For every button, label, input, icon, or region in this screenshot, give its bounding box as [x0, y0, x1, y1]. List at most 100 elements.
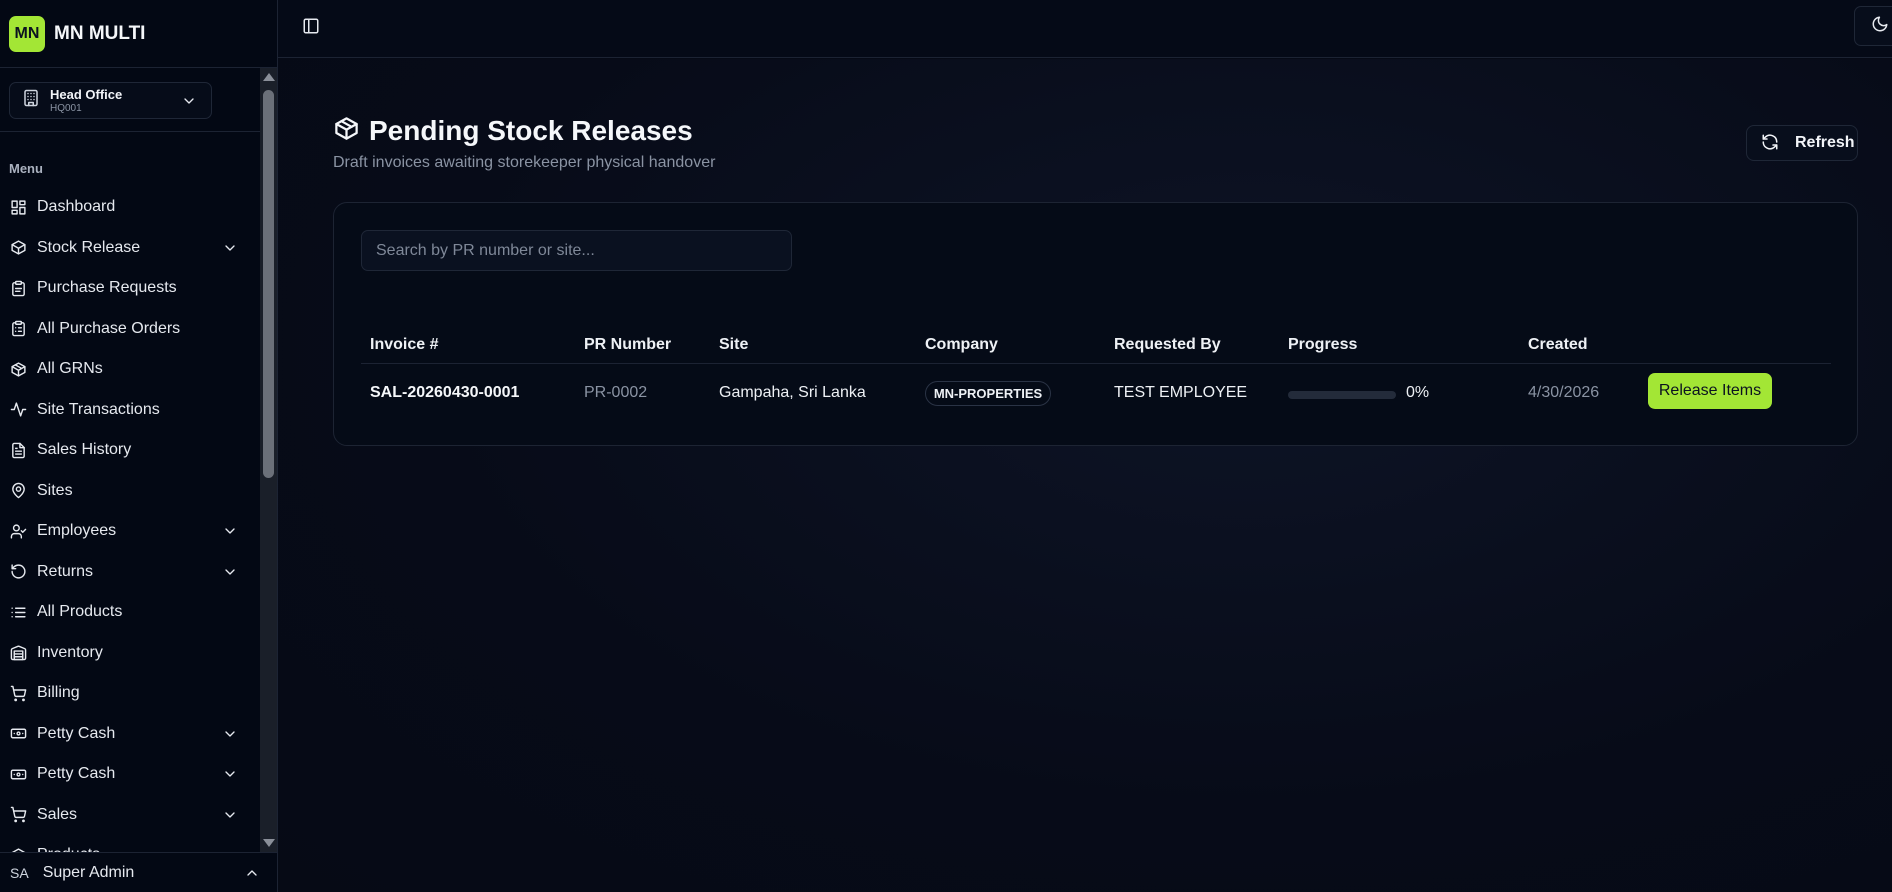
sidebar-item-label: All GRNs — [37, 360, 103, 378]
col-header-created: Created — [1528, 336, 1588, 353]
col-header-requested-by: Requested By — [1114, 336, 1221, 353]
sidebar-nav: Menu Dashboard Stock Release Purchase Requ… — [0, 132, 260, 852]
topbar — [278, 0, 1892, 58]
main-content: Pending Stock Releases Draft invoices aw… — [278, 59, 1892, 892]
map-pin-icon — [9, 482, 27, 500]
col-header-company: Company — [925, 336, 998, 353]
sidebar-item-label: Dashboard — [37, 198, 116, 216]
brand-logo: MN — [9, 15, 45, 52]
scroll-up-arrow-icon[interactable] — [263, 73, 275, 81]
sidebar-toggle-icon[interactable] — [302, 17, 322, 37]
package-icon — [333, 115, 360, 147]
col-header-progress: Progress — [1288, 336, 1358, 353]
sidebar-item-label: Returns — [37, 562, 94, 580]
sidebar-item-purchase-requests[interactable]: Purchase Requests — [0, 268, 260, 309]
progress-bar — [1288, 391, 1396, 399]
user-name: Super Admin — [42, 863, 135, 881]
sidebar-item-label: Sales — [37, 805, 78, 823]
chevron-down-icon — [222, 766, 238, 787]
chevron-down-icon — [222, 523, 238, 544]
sidebar-item-label: Billing — [37, 684, 80, 702]
progress-label: 0% — [1406, 384, 1430, 401]
sidebar-item-petty-cash[interactable]: Petty Cash — [0, 714, 260, 755]
cell-requested-by: TEST EMPLOYEE — [1114, 384, 1248, 401]
sidebar-item-products[interactable]: Products — [0, 835, 260, 852]
search-input[interactable] — [361, 230, 792, 271]
sidebar-item-petty-cash[interactable]: Petty Cash — [0, 754, 260, 795]
sidebar-item-label: Petty Cash — [37, 765, 116, 783]
theme-toggle-button[interactable] — [1854, 6, 1892, 46]
chevron-down-icon — [222, 807, 238, 828]
scrollbar-thumb[interactable] — [263, 90, 274, 478]
chevrons-up-down-icon — [181, 93, 197, 114]
sidebar-item-sites[interactable]: Sites — [0, 471, 260, 512]
clipboard-icon — [9, 279, 27, 297]
layout-dashboard-icon — [9, 198, 27, 216]
banknote-icon — [9, 725, 27, 743]
scroll-down-arrow-icon[interactable] — [263, 839, 275, 847]
org-name: Head Office — [50, 86, 123, 102]
file-text-icon — [9, 441, 27, 459]
brand-name: MN MULTI — [54, 22, 146, 44]
sidebar-item-label: Inventory — [37, 643, 103, 661]
col-header-site: Site — [719, 336, 749, 353]
chevron-down-icon — [222, 240, 238, 261]
company-badge: MN-PROPERTIES — [925, 381, 1051, 406]
avatar: SA — [10, 864, 29, 881]
page-title: Pending Stock Releases — [369, 115, 693, 146]
sidebar-item-employees[interactable]: Employees — [0, 511, 260, 552]
brand[interactable]: MN MN MULTI — [0, 0, 277, 68]
sidebar-item-sales-history[interactable]: Sales History — [0, 430, 260, 471]
sidebar-item-label: Sales History — [37, 441, 132, 459]
sidebar-item-inventory[interactable]: Inventory — [0, 633, 260, 674]
org-code: HQ001 — [50, 102, 82, 114]
sidebar-item-label: All Purchase Orders — [37, 319, 181, 337]
chevron-down-icon — [222, 564, 238, 585]
package-icon — [9, 239, 27, 257]
org-switcher[interactable]: Head Office HQ001 — [9, 82, 212, 119]
moon-icon — [1871, 15, 1889, 38]
shopping-cart-icon — [9, 684, 27, 702]
refresh-icon — [1761, 133, 1779, 154]
page-subtitle: Draft invoices awaiting storekeeper phys… — [333, 154, 716, 171]
nav-list: Dashboard Stock Release Purchase Requests A… — [0, 187, 260, 852]
cell-site: Gampaha, Sri Lanka — [719, 384, 866, 401]
rotate-ccw-icon — [9, 563, 27, 581]
banknote-icon — [9, 765, 27, 783]
sidebar-item-all-purchase-orders[interactable]: All Purchase Orders — [0, 309, 260, 350]
sidebar-item-label: Site Transactions — [37, 400, 160, 418]
sidebar-item-site-transactions[interactable]: Site Transactions — [0, 390, 260, 431]
sidebar-item-label: Purchase Requests — [37, 279, 177, 297]
sidebar-item-label: All Products — [37, 603, 123, 621]
sidebar-item-billing[interactable]: Billing — [0, 673, 260, 714]
sidebar-item-all-grns[interactable]: All GRNs — [0, 349, 260, 390]
sidebar-item-sales[interactable]: Sales — [0, 795, 260, 836]
sidebar-scrollbar[interactable] — [260, 68, 277, 852]
sidebar-item-dashboard[interactable]: Dashboard — [0, 187, 260, 228]
table-header-divider — [361, 363, 1831, 364]
release-items-button[interactable]: Release Items — [1648, 373, 1772, 409]
shopping-cart-icon — [9, 806, 27, 824]
list-icon — [9, 603, 27, 621]
sidebar-item-label: Employees — [37, 522, 117, 540]
app-root: MN MN MULTI Head Office HQ001 Menu Dashb… — [0, 0, 1892, 892]
sidebar-item-label: Sites — [37, 481, 73, 499]
user-check-icon — [9, 522, 27, 540]
warehouse-icon — [9, 644, 27, 662]
user-menu[interactable]: SA Super Admin — [0, 852, 277, 892]
col-header-invoice: Invoice # — [370, 336, 439, 353]
cell-created: 4/30/2026 — [1528, 384, 1600, 401]
sidebar-item-label: Stock Release — [37, 238, 141, 256]
refresh-button[interactable]: Refresh — [1746, 125, 1858, 161]
box-icon — [9, 360, 27, 378]
clipboard-list-icon — [9, 320, 27, 338]
cell-pr-number: PR-0002 — [584, 384, 648, 401]
sidebar-item-returns[interactable]: Returns — [0, 552, 260, 593]
sidebar-item-all-products[interactable]: All Products — [0, 592, 260, 633]
sidebar-item-stock-release[interactable]: Stock Release — [0, 228, 260, 269]
sidebar-item-label: Petty Cash — [37, 724, 116, 742]
sidebar: MN MN MULTI Head Office HQ001 Menu Dashb… — [0, 0, 278, 892]
refresh-label: Refresh — [1795, 134, 1855, 151]
menu-label: Menu — [9, 161, 43, 176]
col-header-pr-number: PR Number — [584, 336, 672, 353]
